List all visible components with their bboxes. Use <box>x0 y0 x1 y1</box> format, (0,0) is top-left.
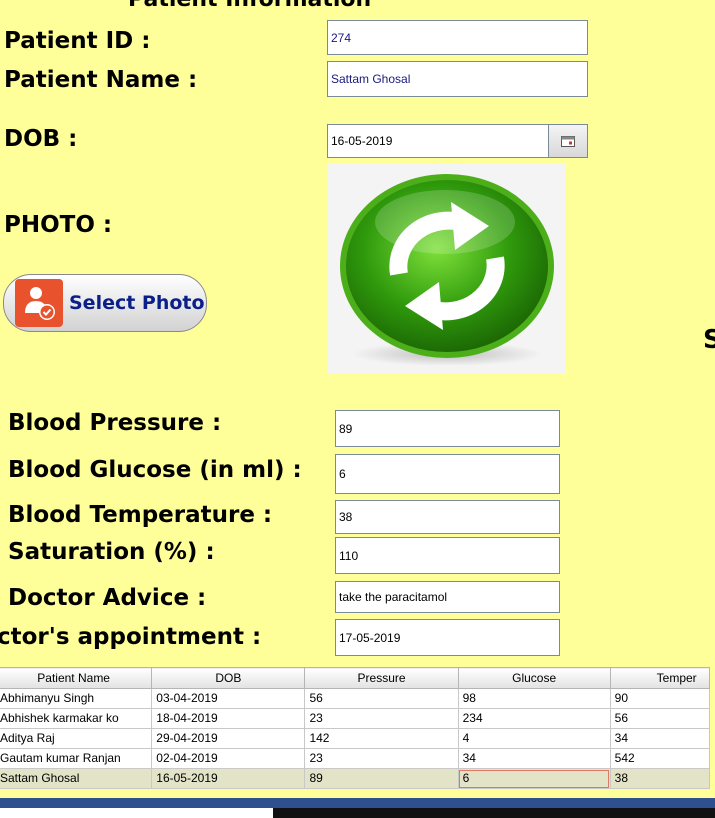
cell-pressure[interactable]: 23 <box>304 708 459 729</box>
cell-temperature[interactable]: 34 <box>609 728 711 749</box>
cell-temperature[interactable]: 90 <box>609 688 711 709</box>
patients-table[interactable]: Patient Name DOB Pressure Glucose Temper… <box>0 667 711 789</box>
column-header-patient-name[interactable]: Patient Name <box>0 667 153 689</box>
table-row[interactable]: Aditya Raj 29-04-2019 142 4 34 <box>0 728 711 749</box>
blood-pressure-field[interactable]: 89 <box>335 410 560 447</box>
column-header-dob[interactable]: DOB <box>151 667 306 689</box>
photo-label: PHOTO : <box>4 212 113 238</box>
bottom-bar <box>0 798 715 818</box>
dob-label: DOB : <box>4 126 78 152</box>
cell-glucose[interactable]: 234 <box>457 708 611 729</box>
cell-dob[interactable]: 18-04-2019 <box>151 708 306 729</box>
doctor-advice-field[interactable]: take the paracitamol <box>335 581 560 613</box>
table-row[interactable]: Abhishek karmakar ko 18-04-2019 23 234 5… <box>0 708 711 729</box>
patient-id-label: Patient ID : <box>4 28 151 54</box>
bottom-bar-right <box>273 808 715 818</box>
saturation-field[interactable]: 110 <box>335 537 560 574</box>
cell-patient-name[interactable]: Aditya Raj <box>0 728 153 749</box>
cell-dob[interactable]: 29-04-2019 <box>151 728 306 749</box>
cell-glucose-focused[interactable]: 6 <box>457 768 611 789</box>
cell-dob[interactable]: 03-04-2019 <box>151 688 306 709</box>
cell-dob[interactable]: 16-05-2019 <box>151 768 306 789</box>
cell-pressure[interactable]: 89 <box>304 768 459 789</box>
calendar-icon <box>561 132 575 151</box>
blood-temperature-field[interactable]: 38 <box>335 500 560 534</box>
saturation-label: Saturation (%) : <box>8 539 215 565</box>
dob-field[interactable]: 16-05-2019 <box>327 124 549 158</box>
blood-glucose-field[interactable]: 6 <box>335 454 560 494</box>
patient-name-field[interactable]: Sattam Ghosal <box>327 61 588 97</box>
column-header-temperature[interactable]: Temper <box>609 667 711 689</box>
patient-photo <box>327 164 566 374</box>
cell-patient-name[interactable]: Gautam kumar Ranjan <box>0 748 153 769</box>
cell-patient-name[interactable]: Abhishek karmakar ko <box>0 708 153 729</box>
doctor-appointment-field[interactable]: 17-05-2019 <box>335 619 560 656</box>
table-row-selected[interactable]: Sattam Ghosal 16-05-2019 89 6 38 <box>0 768 711 789</box>
blood-temperature-label: Blood Temperature : <box>8 502 273 528</box>
cell-glucose[interactable]: 98 <box>457 688 611 709</box>
cell-temperature[interactable]: 542 <box>609 748 711 769</box>
select-photo-label: Select Photo <box>69 292 205 314</box>
bottom-bar-left <box>0 808 273 818</box>
cell-pressure[interactable]: 23 <box>304 748 459 769</box>
calendar-button[interactable] <box>548 124 588 158</box>
patient-id-field[interactable]: 274 <box>327 20 588 55</box>
page-title: Patient Information <box>128 0 371 12</box>
select-photo-button[interactable]: Select Photo <box>3 274 207 332</box>
cell-temperature[interactable]: 38 <box>609 768 711 789</box>
patient-name-label: Patient Name : <box>4 67 198 93</box>
table-row[interactable]: Abhimanyu Singh 03-04-2019 56 98 90 <box>0 688 711 709</box>
cell-patient-name[interactable]: Sattam Ghosal <box>0 768 153 789</box>
table-header-row: Patient Name DOB Pressure Glucose Temper <box>0 667 711 689</box>
doctor-advice-label: Doctor Advice : <box>8 585 207 611</box>
cell-pressure[interactable]: 142 <box>304 728 459 749</box>
column-header-glucose[interactable]: Glucose <box>457 667 611 689</box>
user-check-icon <box>15 279 63 327</box>
cell-patient-name[interactable]: Abhimanyu Singh <box>0 688 153 709</box>
column-header-pressure[interactable]: Pressure <box>304 667 459 689</box>
cell-dob[interactable]: 02-04-2019 <box>151 748 306 769</box>
cell-glucose[interactable]: 34 <box>457 748 611 769</box>
doctor-appointment-label: ctor's appointment : <box>0 624 262 650</box>
cell-glucose[interactable]: 4 <box>457 728 611 749</box>
side-clipped-text: S <box>703 325 715 355</box>
table-row[interactable]: Gautam kumar Ranjan 02-04-2019 23 34 542 <box>0 748 711 769</box>
blood-glucose-label: Blood Glucose (in ml) : <box>8 457 302 483</box>
cell-pressure[interactable]: 56 <box>304 688 459 709</box>
blood-pressure-label: Blood Pressure : <box>8 410 222 436</box>
refresh-icon <box>340 174 554 366</box>
cell-temperature[interactable]: 56 <box>609 708 711 729</box>
